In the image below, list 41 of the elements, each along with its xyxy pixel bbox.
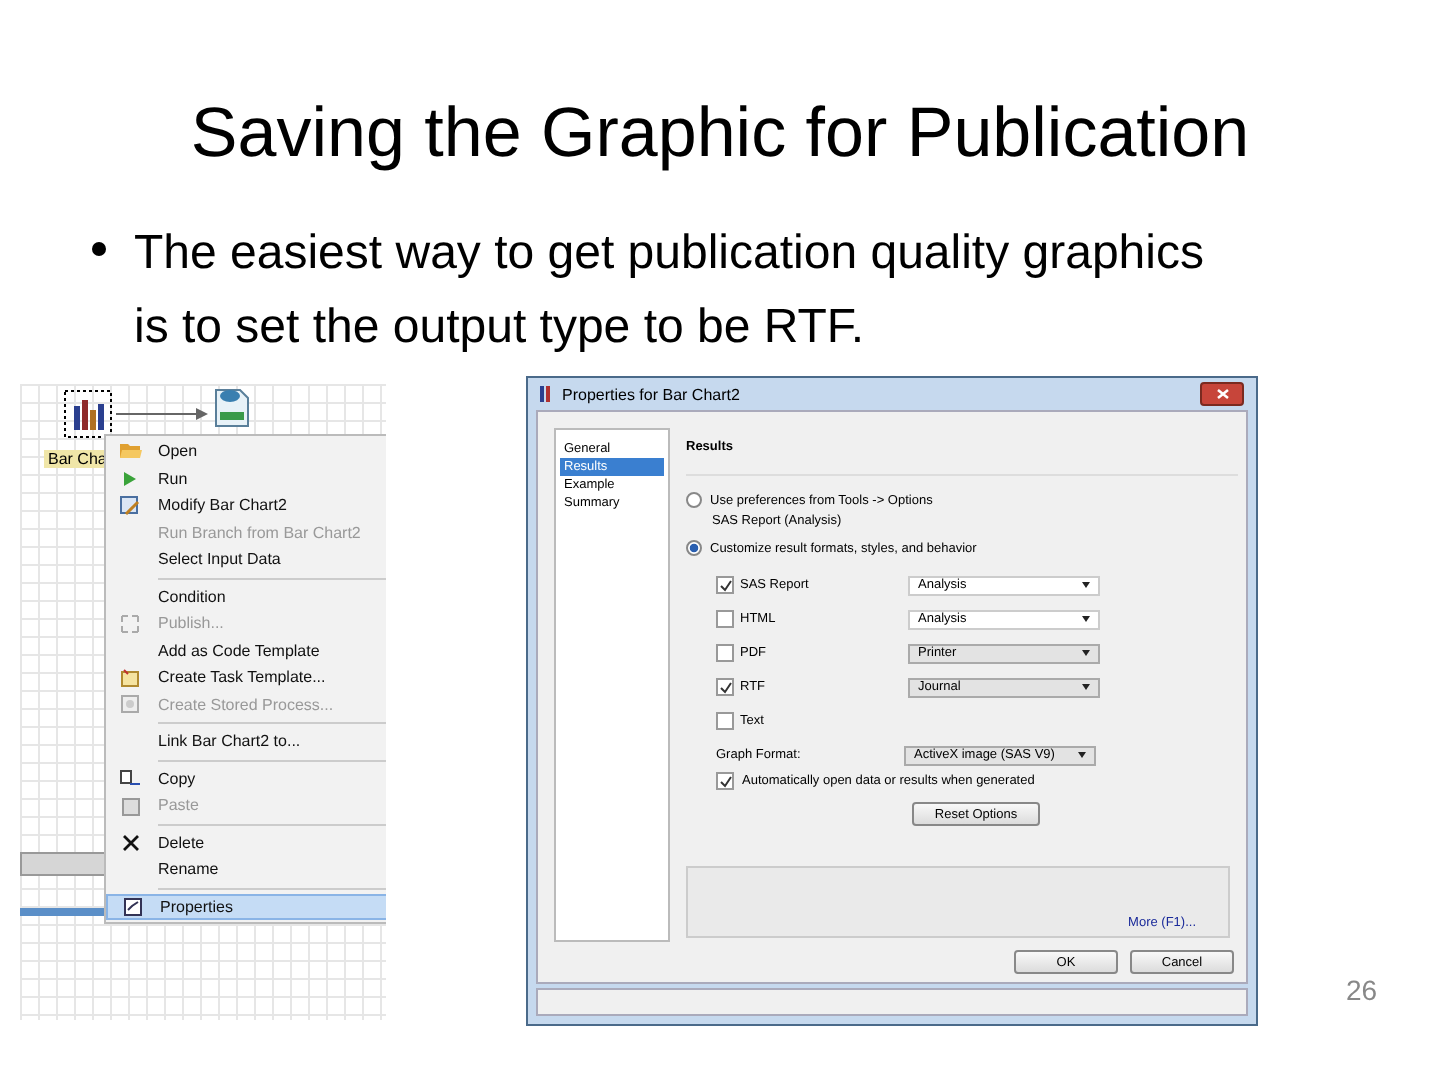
dialog-title: Properties for Bar Chart2 bbox=[562, 385, 742, 403]
slide-title: Saving the Graphic for Publication bbox=[188, 92, 1252, 176]
menu-item[interactable]: Link Bar Chart2 to... bbox=[106, 728, 386, 755]
checkbox[interactable] bbox=[716, 644, 734, 662]
menu-item[interactable]: Select Input Data bbox=[106, 546, 386, 573]
menu-item[interactable]: Condition bbox=[106, 583, 386, 610]
checkbox[interactable] bbox=[716, 772, 734, 790]
menu-item[interactable]: Run bbox=[106, 465, 386, 492]
paste-icon bbox=[121, 795, 139, 816]
menu-item[interactable]: Properties bbox=[106, 893, 386, 920]
menu-item[interactable]: Copy bbox=[106, 765, 386, 792]
bar-chart-icon[interactable] bbox=[64, 390, 112, 438]
play-icon bbox=[124, 471, 136, 486]
close-button[interactable] bbox=[1200, 382, 1244, 406]
template-icon bbox=[120, 667, 140, 688]
edit-icon bbox=[120, 495, 140, 516]
menu-item[interactable]: Rename bbox=[106, 856, 386, 883]
bullet-text: The easiest way to get publication quality graphics is to set the output type to be RTF. bbox=[134, 224, 1206, 358]
close-icon bbox=[121, 833, 139, 852]
document-icon bbox=[120, 694, 140, 715]
radio-button[interactable] bbox=[686, 540, 702, 556]
menu-item[interactable]: Modify Bar Chart2 bbox=[106, 492, 386, 519]
page-number: 26 bbox=[1346, 974, 1378, 1006]
folder-icon bbox=[119, 442, 141, 461]
menu-item[interactable]: Delete bbox=[106, 829, 386, 856]
copy-icon bbox=[120, 769, 140, 788]
menu-item[interactable]: Add as Code Template bbox=[106, 637, 386, 664]
checkbox[interactable] bbox=[716, 610, 734, 628]
checkbox[interactable] bbox=[716, 712, 734, 730]
bullet-dot bbox=[92, 242, 106, 256]
publish-icon bbox=[120, 613, 140, 634]
connector-arrow bbox=[116, 406, 208, 422]
checkbox[interactable] bbox=[716, 576, 734, 594]
menu-item[interactable]: Open bbox=[106, 438, 386, 465]
menu-item[interactable]: Create Task Template... bbox=[106, 664, 386, 691]
checkbox[interactable] bbox=[716, 678, 734, 696]
radio-button[interactable] bbox=[686, 492, 702, 508]
properties-icon bbox=[123, 897, 141, 916]
app-icon bbox=[540, 386, 554, 402]
close-icon bbox=[1215, 388, 1229, 400]
report-icon[interactable] bbox=[212, 384, 252, 428]
